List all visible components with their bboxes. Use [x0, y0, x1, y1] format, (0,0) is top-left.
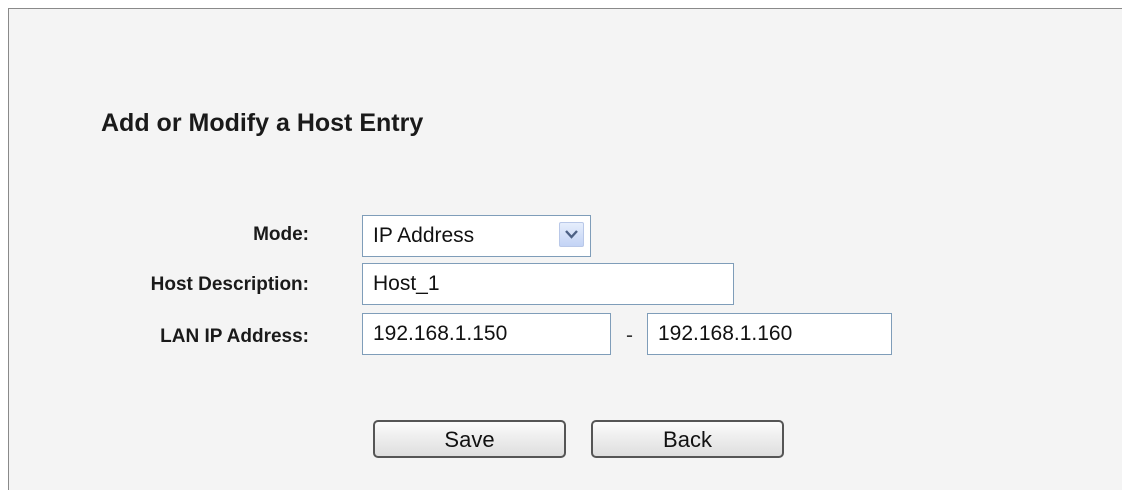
- lan-ip-label: LAN IP Address:: [160, 326, 309, 347]
- save-button[interactable]: Save: [373, 420, 566, 458]
- ip-range-separator: -: [626, 324, 633, 347]
- host-description-input[interactable]: [362, 263, 734, 305]
- lan-ip-start-input[interactable]: [362, 313, 611, 355]
- mode-label: Mode:: [253, 224, 309, 245]
- page-title: Add or Modify a Host Entry: [101, 109, 424, 137]
- lan-ip-end-input[interactable]: [647, 313, 892, 355]
- back-button[interactable]: Back: [591, 420, 784, 458]
- chevron-down-icon[interactable]: [559, 222, 584, 247]
- content-panel: Add or Modify a Host Entry Mode: IP Addr…: [8, 8, 1122, 490]
- mode-select[interactable]: IP Address: [362, 215, 591, 257]
- mode-select-value: IP Address: [373, 224, 475, 247]
- host-description-label: Host Description:: [150, 274, 309, 295]
